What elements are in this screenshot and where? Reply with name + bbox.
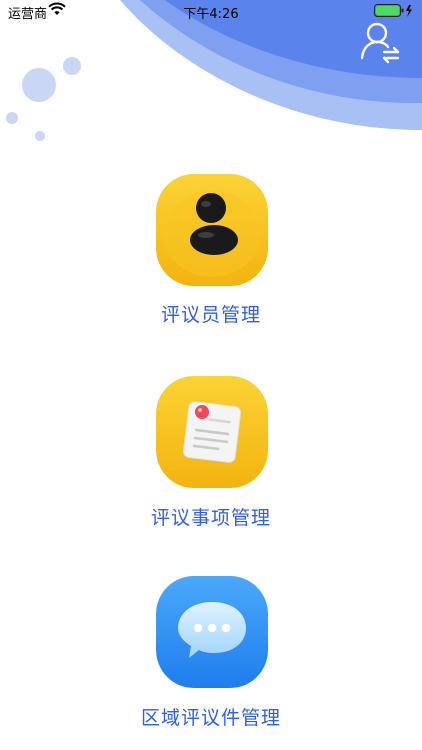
menu-item-regional-case-management[interactable]: 区域评议件管理 xyxy=(0,576,422,746)
menu-item-matter-management[interactable]: 评议事项管理 xyxy=(0,376,422,546)
menu-item-reviewer-management[interactable]: 评议员管理 xyxy=(0,174,422,344)
switch-user-icon xyxy=(360,22,400,64)
switch-user-button[interactable] xyxy=(360,20,402,64)
document-note-icon xyxy=(156,376,268,488)
main-menu: 评议员管理 评议事项管理 区域评议件管理 xyxy=(0,0,422,750)
menu-item-label: 评议员管理 xyxy=(160,304,261,326)
person-icon xyxy=(156,174,268,286)
menu-item-label: 评议事项管理 xyxy=(150,507,271,529)
charging-bolt-icon xyxy=(406,5,412,17)
menu-item-label: 区域评议件管理 xyxy=(140,707,281,729)
status-bar: 运营商 下午4:26 xyxy=(0,0,422,22)
chat-bubble-icon xyxy=(156,576,268,688)
clock: 下午4:26 xyxy=(183,7,239,22)
